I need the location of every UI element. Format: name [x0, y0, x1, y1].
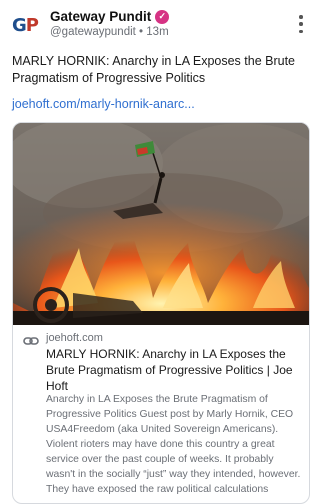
avatar[interactable]: GP [12, 14, 39, 36]
card-description: Anarchy in LA Exposes the Brute Pragmati… [46, 394, 301, 495]
dot-icon [299, 29, 303, 33]
account-handle[interactable]: @gatewaypundit [50, 26, 136, 38]
card-domain[interactable]: joehoft.com [46, 332, 103, 344]
post-time[interactable]: 13m [146, 26, 168, 38]
post-header: GP Gateway Pundit ✓ @gatewaypundit • 13m [0, 0, 322, 46]
handle-row: @gatewaypundit • 13m [50, 26, 169, 38]
account-name-text[interactable]: Gateway Pundit [50, 9, 151, 24]
separator: • [139, 26, 144, 38]
logo-icon: GP [12, 14, 39, 36]
dot-icon [299, 15, 303, 19]
dot-icon [299, 22, 303, 26]
verified-badge-icon: ✓ [155, 9, 170, 24]
link-icon [23, 337, 39, 345]
riot-fire-image [13, 123, 309, 325]
card-image[interactable] [13, 123, 309, 325]
more-options-button[interactable] [298, 15, 304, 33]
account-name[interactable]: Gateway Pundit ✓ [50, 9, 170, 24]
post-link[interactable]: joehoft.com/marly-hornik-anarc... [12, 97, 195, 111]
card-title[interactable]: MARLY HORNIK: Anarchy in LA Exposes the … [46, 346, 296, 394]
logo-letter-g: G [12, 14, 27, 36]
post-text: MARLY HORNIK: Anarchy in LA Exposes the … [12, 54, 296, 85]
logo-letter-p: P [25, 14, 39, 36]
link-preview-card[interactable]: joehoft.com MARLY HORNIK: Anarchy in LA … [12, 122, 310, 504]
